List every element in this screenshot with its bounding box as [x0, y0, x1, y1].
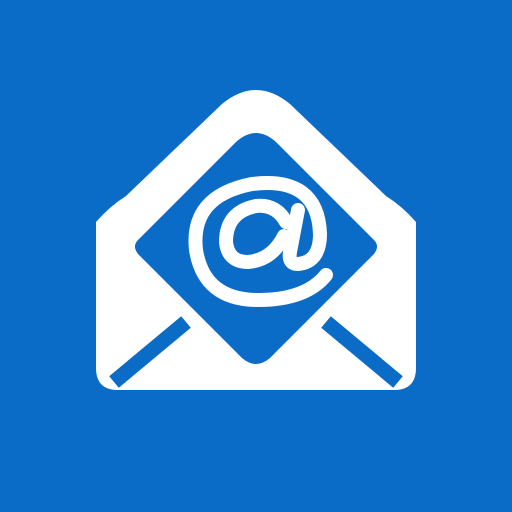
email-app-icon[interactable]: [0, 0, 512, 512]
open-envelope-icon: [96, 90, 416, 390]
